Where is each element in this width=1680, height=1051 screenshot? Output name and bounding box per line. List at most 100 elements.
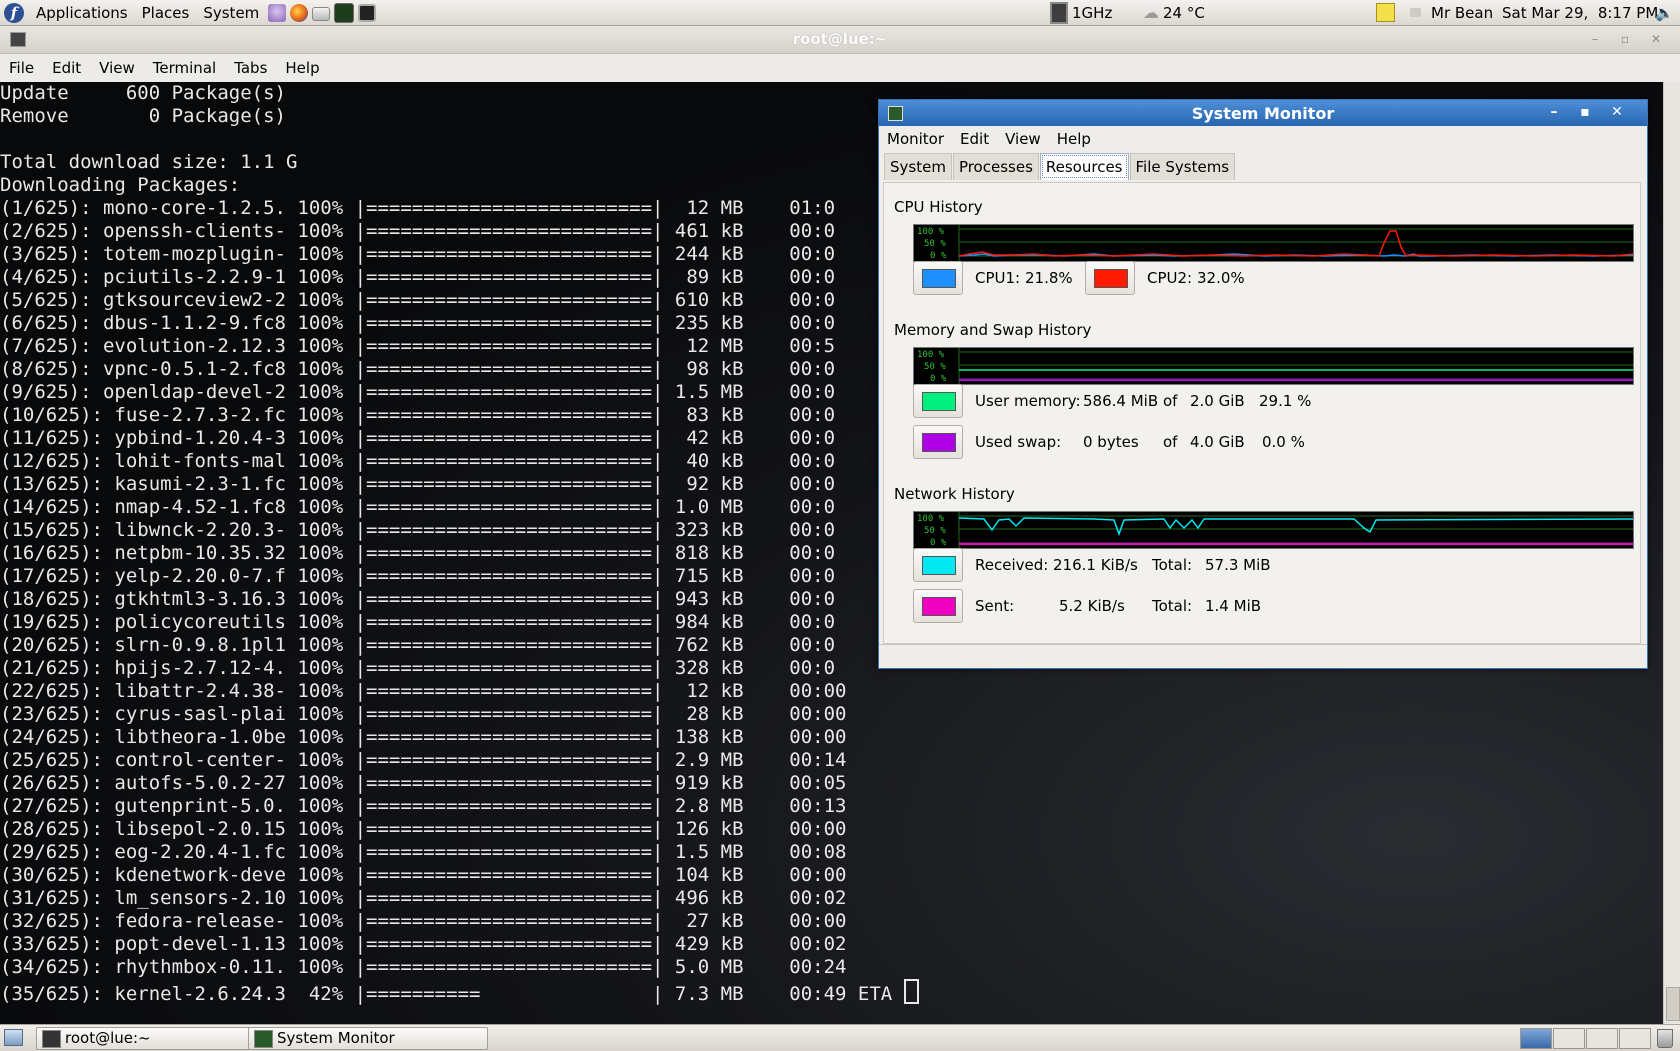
sysmon-menu-help[interactable]: Help: [1049, 130, 1099, 148]
sysmon-menu-monitor[interactable]: Monitor: [879, 130, 952, 148]
sysmon-minimize-icon[interactable]: –: [1543, 103, 1565, 122]
terminal-line: (29/625): eog-2.20.4-1.fc 100% |========…: [0, 841, 847, 863]
swap-total: 4.0 GiB: [1190, 433, 1245, 451]
cpu2-value: 32.0%: [1197, 269, 1245, 287]
cpufreq-applet[interactable]: 1GHz: [1050, 0, 1112, 25]
terminal-line: (12/625): lohit-fonts-mal 100% |========…: [0, 450, 836, 472]
weather-applet[interactable]: ☁ 24 °C: [1143, 0, 1205, 25]
system-menu[interactable]: System: [196, 4, 266, 22]
menu-tabs[interactable]: Tabs: [225, 59, 276, 77]
terminal-line: (32/625): fedora-release- 100% |========…: [0, 910, 847, 932]
trash-icon[interactable]: [1657, 1029, 1673, 1048]
swap-color-button[interactable]: [913, 425, 963, 459]
user-memory-swatch: [922, 392, 956, 411]
sent-total: 1.4 MiB: [1205, 597, 1262, 615]
email-launcher-icon[interactable]: [312, 7, 331, 21]
received-rate: 216.1 KiB/s: [1053, 556, 1138, 574]
network-history-graph: 100 % 50 % 0 %: [913, 511, 1634, 549]
user-icon: [1410, 8, 1421, 17]
terminal-titlebar[interactable]: root@lue:~ – ▫ ✕: [0, 26, 1680, 54]
tab-system[interactable]: System: [884, 153, 952, 180]
received-line: [958, 517, 1633, 537]
taskbar-system-monitor[interactable]: System Monitor: [248, 1027, 488, 1050]
terminal-line: (21/625): hpijs-2.7.12-4. 100% |========…: [0, 657, 836, 679]
bottom-panel: root@lue:~ System Monitor: [0, 1024, 1680, 1051]
tab-file-systems[interactable]: File Systems: [1129, 153, 1236, 180]
swap-label: Used swap:: [975, 433, 1062, 451]
workspace-3[interactable]: [1586, 1028, 1618, 1049]
workspace-1[interactable]: [1520, 1028, 1552, 1049]
graph-axis-100: 100 %: [917, 514, 945, 524]
sysmon-titlebar[interactable]: System Monitor – ▪ ✕: [879, 100, 1647, 126]
cpu-history-title: CPU History: [894, 198, 983, 216]
fedora-logo-icon[interactable]: f: [4, 2, 24, 23]
terminal-scrollbar[interactable]: [1663, 82, 1680, 1024]
maximize-icon[interactable]: ▫: [1617, 31, 1633, 47]
cpu2-color-button[interactable]: [1085, 261, 1135, 295]
applications-menu[interactable]: Applications: [29, 4, 135, 22]
user-memory-color-button[interactable]: [913, 384, 963, 418]
sent-swatch: [922, 597, 956, 616]
terminal-line: Total download size: 1.1 G: [0, 151, 298, 173]
menu-file[interactable]: File: [0, 59, 43, 77]
volume-applet[interactable]: 🔈: [1655, 0, 1674, 25]
resources-panel: CPU History 100 % 50 % 0 % CPU1: 21.8% C…: [883, 182, 1641, 644]
close-icon[interactable]: ✕: [1648, 31, 1664, 47]
swap-swatch: [922, 433, 956, 452]
menu-view[interactable]: View: [90, 59, 144, 77]
user-memory-used: 586.4 MiB: [1083, 392, 1159, 410]
terminal-line: (23/625): cyrus-sasl-plai 100% |========…: [0, 703, 847, 725]
sysmon-menu-view[interactable]: View: [997, 130, 1049, 148]
received-total: 57.3 MiB: [1205, 556, 1271, 574]
terminal-line: (6/625): dbus-1.1.2-9.fc8 100% |========…: [0, 312, 836, 334]
received-color-button[interactable]: [913, 548, 963, 582]
menu-edit[interactable]: Edit: [43, 59, 90, 77]
terminal-line: (22/625): libattr-2.4.38- 100% |========…: [0, 680, 847, 702]
terminal-line: (10/625): fuse-2.7.3-2.fc 100% |========…: [0, 404, 836, 426]
sent-total-label: Total:: [1152, 597, 1193, 615]
network-history-title: Network History: [894, 485, 1015, 503]
sysmon-menu-edit[interactable]: Edit: [952, 130, 997, 148]
terminal-line: (9/625): openldap-devel-2 100% |========…: [0, 381, 836, 403]
scrollbar-thumb[interactable]: [1666, 987, 1680, 1021]
terminal-line: (24/625): libtheora-1.0be 100% |========…: [0, 726, 847, 748]
terminal-line: (16/625): netpbm-10.35.32 100% |========…: [0, 542, 836, 564]
help-launcher-icon[interactable]: [268, 3, 287, 22]
sent-rate: 5.2 KiB/s: [1059, 597, 1125, 615]
user-switcher[interactable]: Mr Bean: [1410, 0, 1493, 25]
system-monitor-launcher-icon[interactable]: [334, 2, 355, 23]
menu-help[interactable]: Help: [276, 59, 328, 77]
workspace-2[interactable]: [1553, 1028, 1585, 1049]
clock: Sat Mar 29, 8:17 PM: [1502, 3, 1659, 22]
terminal-line: (27/625): gutenprint-5.0. 100% |========…: [0, 795, 847, 817]
tab-resources[interactable]: Resources: [1039, 153, 1129, 180]
sysmon-close-icon[interactable]: ✕: [1606, 103, 1628, 122]
terminal-line: (30/625): kdenetwork-deve 100% |========…: [0, 864, 847, 886]
minimize-icon[interactable]: –: [1587, 31, 1603, 47]
memory-history-title: Memory and Swap History: [894, 321, 1092, 339]
system-monitor-window: System Monitor – ▪ ✕ Monitor Edit View H…: [878, 99, 1648, 669]
user-name: Mr Bean: [1431, 3, 1494, 22]
graph-axis-50: 50 %: [924, 526, 946, 536]
firefox-launcher-icon[interactable]: [290, 3, 309, 22]
show-desktop-icon[interactable]: [4, 1029, 23, 1046]
menu-terminal[interactable]: Terminal: [144, 59, 225, 77]
received-total-label: Total:: [1152, 556, 1193, 574]
speaker-icon: 🔈: [1655, 3, 1674, 22]
taskbar-system-monitor-label: System Monitor: [277, 1029, 395, 1047]
places-menu[interactable]: Places: [135, 4, 197, 22]
tab-processes[interactable]: Processes: [952, 153, 1039, 180]
sent-color-button[interactable]: [913, 589, 963, 623]
cpu2-label: CPU2:: [1147, 269, 1193, 287]
cpu1-color-button[interactable]: [913, 261, 963, 295]
taskbar-terminal[interactable]: root@lue:~: [36, 1027, 282, 1050]
terminal-line: Remove 0 Package(s): [0, 105, 286, 127]
sysmon-maximize-icon[interactable]: ▪: [1574, 103, 1596, 122]
workspace-4[interactable]: [1619, 1028, 1651, 1049]
terminal-line: (34/625): rhythmbox-0.11. 100% |========…: [0, 956, 847, 978]
clock-applet[interactable]: Sat Mar 29, 8:17 PM: [1502, 0, 1658, 25]
notes-applet[interactable]: [1376, 0, 1395, 25]
terminal-line: Downloading Packages:: [0, 174, 241, 196]
sysmon-tabs: System Processes Resources File Systems: [879, 152, 1647, 180]
terminal-launcher-icon[interactable]: [358, 3, 377, 22]
